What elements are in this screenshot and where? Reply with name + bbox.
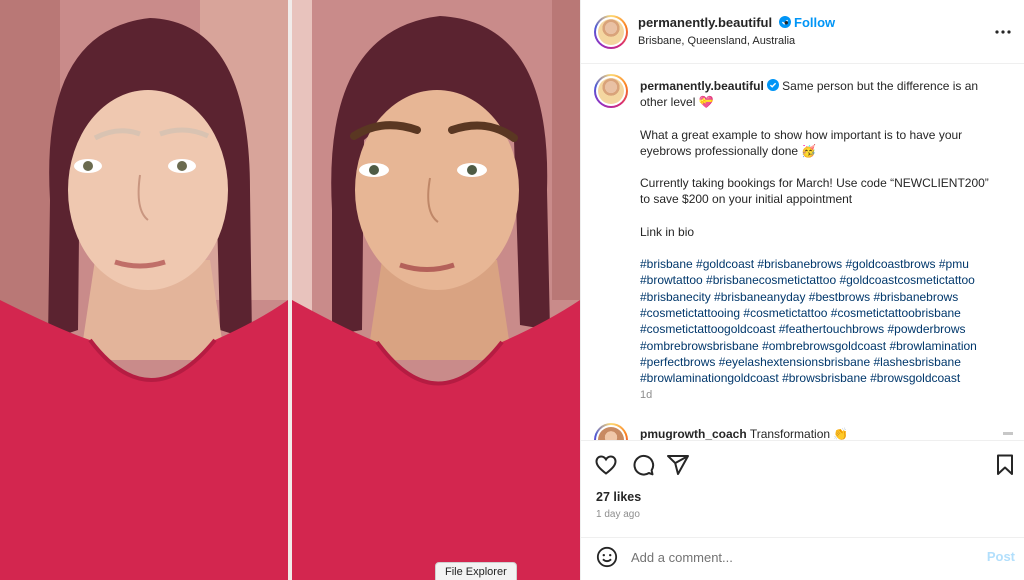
comment-text: pmugrowth_coach Transformation 👏 <box>640 427 848 440</box>
bookmark-icon[interactable] <box>993 453 1017 477</box>
comment-body: Transformation 👏 <box>749 427 849 440</box>
after-photo <box>292 0 580 580</box>
author-avatar[interactable] <box>594 15 628 49</box>
caption-hashtags[interactable]: #brisbane #goldcoast #brisbanebrows #gol… <box>640 256 1002 386</box>
post-header: permanently.beautiful • Follow Brisbane,… <box>581 0 1024 64</box>
comment-more-icon[interactable] <box>1003 432 1013 435</box>
post-photo[interactable]: File Explorer <box>0 0 580 580</box>
commenter-avatar[interactable] <box>594 423 628 440</box>
verified-badge-icon <box>766 79 779 91</box>
comments-area[interactable]: permanently.beautiful Same person but th… <box>581 64 1024 440</box>
comment-icon[interactable] <box>631 453 655 477</box>
likes-count[interactable]: 27 likes <box>596 490 641 504</box>
post-actions: 27 likes 1 day ago <box>581 440 1024 550</box>
before-photo <box>0 0 288 580</box>
author-username[interactable]: permanently.beautiful <box>638 15 791 30</box>
post-time[interactable]: 1 day ago <box>596 509 640 520</box>
post-location[interactable]: Brisbane, Queensland, Australia <box>638 35 795 47</box>
caption-line-2: What a great example to show how importa… <box>640 127 963 158</box>
follow-button[interactable]: Follow <box>794 15 835 30</box>
post-comment-button[interactable]: Post <box>987 549 1015 564</box>
more-options-icon[interactable] <box>995 26 1011 38</box>
separator-dot: • <box>784 15 789 30</box>
post-side-panel: permanently.beautiful • Follow Brisbane,… <box>580 0 1024 580</box>
caption-text: permanently.beautiful Same person but th… <box>640 78 1002 386</box>
commenter-username[interactable]: pmugrowth_coach <box>640 427 747 440</box>
caption-line-4: Link in bio <box>640 224 695 239</box>
add-comment-bar: Post <box>581 537 1024 580</box>
caption-age: 1d <box>640 389 653 401</box>
heart-icon[interactable] <box>594 453 618 477</box>
caption-username[interactable]: permanently.beautiful <box>640 79 764 93</box>
share-icon[interactable] <box>666 453 690 477</box>
comment-item: pmugrowth_coach Transformation 👏 <box>581 419 1024 440</box>
comment-input[interactable] <box>631 546 961 568</box>
caption-line-3: Currently taking bookings for March! Use… <box>640 176 989 207</box>
emoji-icon[interactable] <box>596 546 618 568</box>
caption-avatar[interactable] <box>594 74 628 108</box>
taskbar-tooltip: File Explorer <box>435 562 517 580</box>
